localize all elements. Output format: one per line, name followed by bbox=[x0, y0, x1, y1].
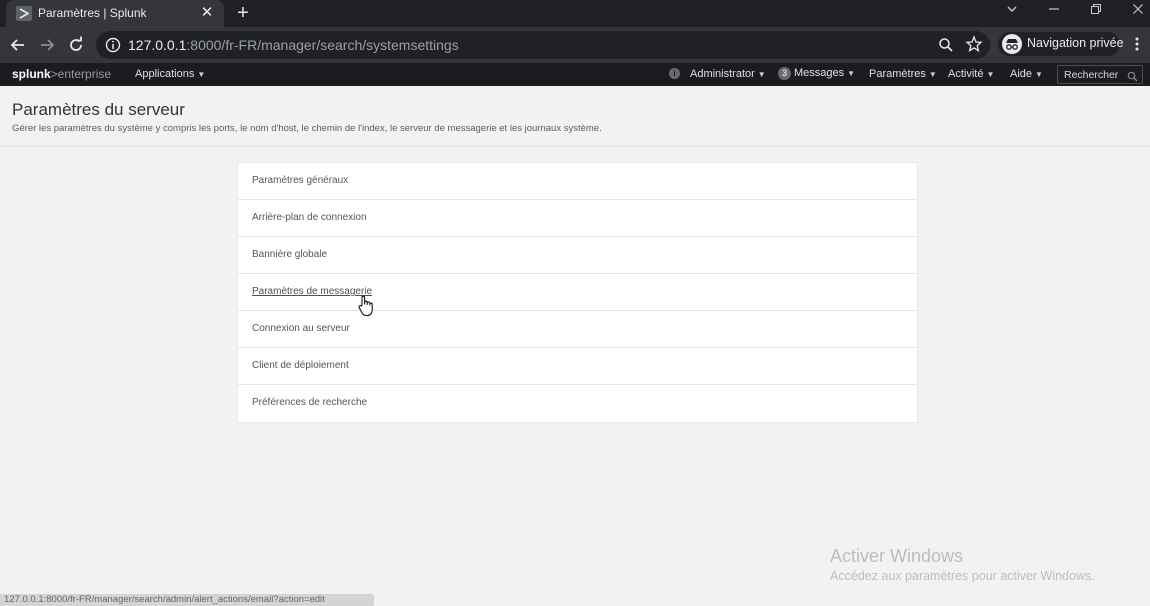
url-path: :8000/fr-FR/manager/search/systemsetting… bbox=[186, 37, 459, 53]
reload-icon[interactable] bbox=[66, 35, 86, 55]
url-host: 127.0.0.1 bbox=[128, 37, 187, 53]
incognito-icon bbox=[1002, 34, 1022, 54]
splunk-header: splunk>enterprise Applications ▼ Administ… bbox=[0, 63, 1150, 86]
logo-splunk: splunk bbox=[12, 67, 51, 81]
logo-enterprise: >enterprise bbox=[50, 67, 112, 81]
messages-label: Messages bbox=[794, 67, 845, 79]
list-item-deployment-client[interactable]: Client de déploiement bbox=[238, 348, 917, 385]
incognito-indicator[interactable]: Navigation privée bbox=[998, 32, 1124, 56]
search-icon bbox=[1127, 69, 1138, 87]
browser-tab[interactable]: Paramètres | Splunk ✕ bbox=[6, 0, 224, 27]
messages-menu[interactable]: 3 Messages ▼ bbox=[778, 67, 855, 80]
caret-down-icon: ▼ bbox=[928, 70, 937, 79]
activity-label: Activité bbox=[948, 68, 984, 80]
tab-title: Paramètres | Splunk bbox=[38, 6, 147, 20]
messages-count-badge: 3 bbox=[778, 67, 791, 80]
forward-icon[interactable] bbox=[37, 35, 57, 55]
status-url: 127.0.0.1:8000/fr-FR/manager/search/admi… bbox=[4, 594, 325, 605]
info-icon: i bbox=[669, 68, 680, 79]
list-item-label[interactable]: Préférences de recherche bbox=[252, 397, 367, 408]
caret-down-icon: ▼ bbox=[1035, 70, 1043, 79]
page-description: Gérer les paramètres du système y compri… bbox=[12, 123, 602, 134]
close-window-icon[interactable] bbox=[1128, 2, 1148, 20]
zoom-search-icon[interactable] bbox=[937, 36, 955, 54]
list-item-global-banner[interactable]: Bannière globale bbox=[238, 237, 917, 274]
browser-status-bar: 127.0.0.1:8000/fr-FR/manager/search/admi… bbox=[0, 594, 374, 606]
administrator-label: Administrator bbox=[690, 68, 755, 80]
restore-icon[interactable] bbox=[1086, 2, 1106, 20]
settings-menu[interactable]: Paramètres ▼ bbox=[869, 68, 937, 80]
page-title: Paramètres du serveur bbox=[12, 100, 185, 119]
list-item-label[interactable]: Paramètres généraux bbox=[252, 175, 348, 186]
help-label: Aide bbox=[1010, 68, 1033, 80]
list-item-label[interactable]: Client de déploiement bbox=[252, 360, 349, 371]
list-item-search-preferences[interactable]: Préférences de recherche bbox=[238, 385, 917, 422]
incognito-label: Navigation privée bbox=[1027, 36, 1124, 50]
site-info-icon[interactable] bbox=[104, 36, 122, 54]
administrator-menu[interactable]: Administrator ▼ bbox=[690, 68, 766, 80]
search-input[interactable]: Rechercher bbox=[1057, 65, 1143, 84]
applications-label: Applications bbox=[135, 68, 195, 80]
list-item-email-settings[interactable]: Paramètres de messagerie bbox=[238, 274, 917, 311]
activity-menu[interactable]: Activité ▼ bbox=[948, 68, 994, 80]
new-tab-button[interactable]: + bbox=[232, 2, 254, 24]
list-item-label[interactable]: Arrière-plan de connexion bbox=[252, 212, 367, 223]
caret-down-icon: ▼ bbox=[757, 70, 766, 79]
list-item-label[interactable]: Bannière globale bbox=[252, 249, 327, 260]
hand-pointer-icon bbox=[358, 295, 374, 322]
list-item-login-background[interactable]: Arrière-plan de connexion bbox=[238, 200, 917, 237]
browser-tab-strip: Paramètres | Splunk ✕ + bbox=[0, 0, 1150, 27]
applications-menu[interactable]: Applications ▼ bbox=[135, 68, 205, 80]
tab-close-icon[interactable]: ✕ bbox=[198, 4, 216, 22]
browser-menu-icon[interactable] bbox=[1134, 36, 1140, 56]
list-item-general-settings[interactable]: Paramètres généraux bbox=[238, 163, 917, 200]
list-item-label[interactable]: Connexion au serveur bbox=[252, 323, 350, 334]
bookmark-star-icon[interactable] bbox=[965, 35, 983, 53]
list-item-label[interactable]: Paramètres de messagerie bbox=[252, 286, 372, 297]
caret-down-icon: ▼ bbox=[847, 69, 856, 78]
help-menu[interactable]: Aide ▼ bbox=[1010, 68, 1043, 80]
back-icon[interactable] bbox=[8, 35, 28, 55]
windows-watermark-title: Activer Windows bbox=[830, 546, 964, 566]
splunk-logo[interactable]: splunk>enterprise bbox=[12, 67, 111, 81]
caret-down-icon: ▼ bbox=[986, 70, 995, 79]
caret-down-icon: ▼ bbox=[197, 70, 206, 79]
splunk-favicon-icon bbox=[16, 6, 32, 21]
chevron-down-icon[interactable] bbox=[1002, 2, 1022, 20]
server-settings-list: Paramètres généraux Arrière-plan de conn… bbox=[237, 162, 918, 423]
list-item-server-login[interactable]: Connexion au serveur bbox=[238, 311, 917, 348]
search-placeholder: Rechercher bbox=[1064, 69, 1119, 81]
windows-watermark-subtitle: Accédez aux paramètres pour activer Wind… bbox=[830, 569, 1095, 583]
address-url: 127.0.0.1:8000/fr-FR/manager/search/syst… bbox=[128, 37, 459, 53]
settings-label: Paramètres bbox=[869, 68, 926, 80]
minimize-icon[interactable] bbox=[1044, 2, 1064, 20]
